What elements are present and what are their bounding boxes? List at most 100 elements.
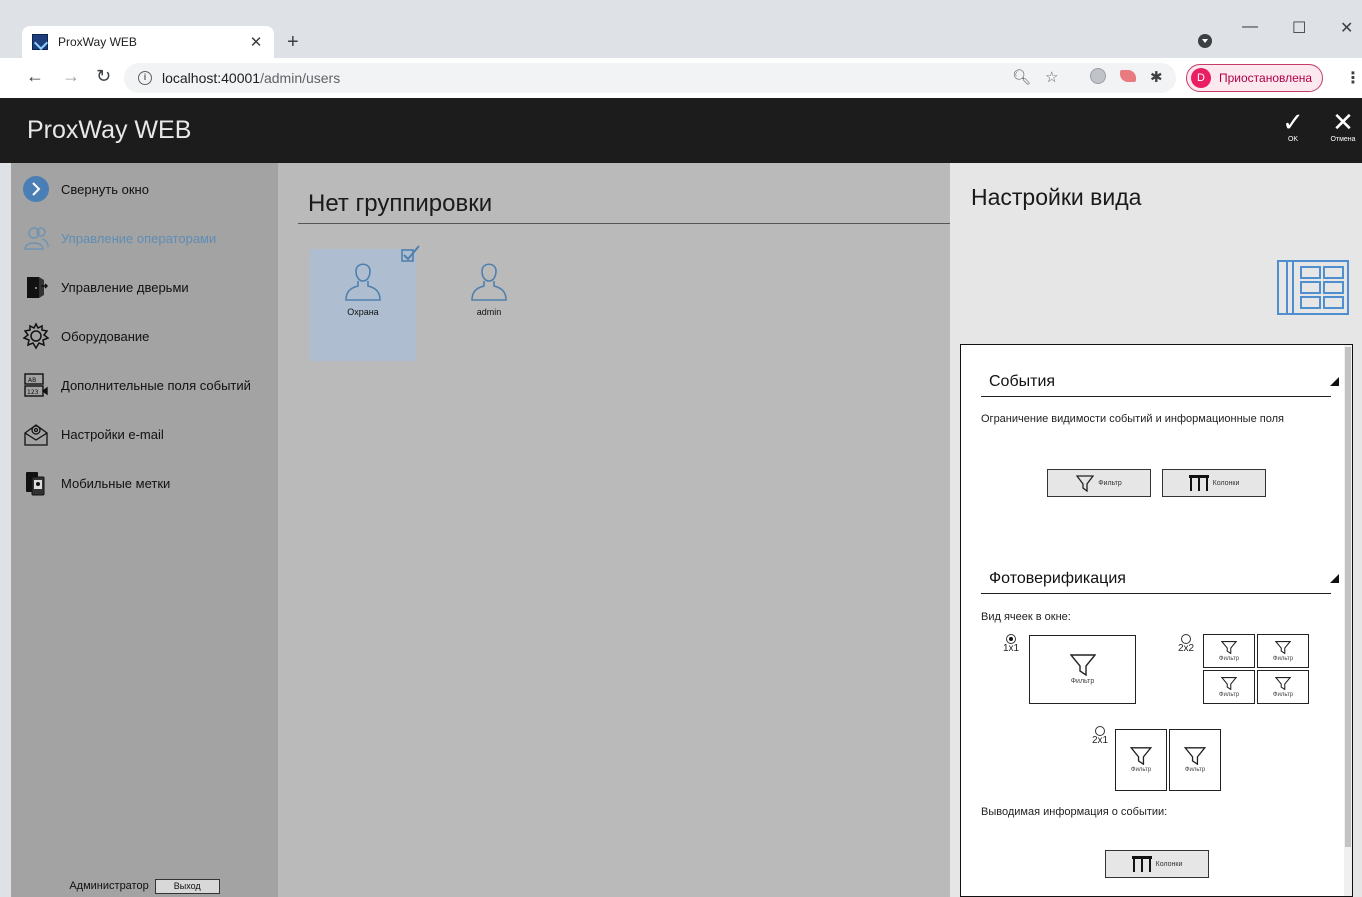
sidebar-item-collapse[interactable]: Свернуть окно	[21, 173, 149, 205]
ok-label: OK	[1287, 136, 1299, 143]
reload-icon[interactable]: ↻	[96, 66, 111, 87]
sidebar-item-label: Настройки e-mail	[61, 426, 164, 442]
layout-2x2-preview-cell[interactable]: Фильтр	[1257, 670, 1309, 704]
close-icon: ✕	[1332, 107, 1354, 137]
back-icon[interactable]: ←	[26, 66, 44, 87]
sidebar-item-mobile-tags[interactable]: Мобильные метки	[21, 467, 170, 499]
minimize-button[interactable]: —	[1242, 18, 1258, 36]
columns-icon	[1131, 856, 1152, 872]
sidebar-item-email[interactable]: Настройки e-mail	[21, 418, 164, 450]
filter-icon	[1221, 676, 1237, 690]
forward-icon[interactable]: →	[62, 66, 80, 87]
event-info-label: Выводимая информация о событии:	[981, 806, 1168, 818]
scroll-thumb[interactable]	[1345, 347, 1351, 847]
sidebar-item-label: Управление дверьми	[61, 279, 189, 295]
cell-caption: Фильтр	[1272, 655, 1294, 662]
sidebar-item-doors[interactable]: Управление дверьми	[21, 271, 189, 303]
layout-grid-icon[interactable]	[1277, 260, 1349, 315]
new-tab-button[interactable]: +	[287, 31, 299, 54]
filter-icon	[1275, 676, 1291, 690]
collapse-triangle-icon[interactable]	[1330, 574, 1339, 583]
sidebar-item-label: Дополнительные поля событий	[61, 377, 251, 393]
columns-icon	[1188, 475, 1209, 491]
user-name: admin	[476, 307, 502, 317]
profile-status: Приостановлена	[1219, 71, 1313, 85]
proxway-favicon-icon	[32, 34, 48, 50]
event-fields-icon: AB 123	[21, 370, 51, 400]
site-info-icon[interactable]: i	[138, 71, 152, 85]
group-title: Нет группировки	[308, 190, 493, 217]
photo-section-header[interactable]: Фотоверификация	[981, 568, 1339, 594]
window-close-button[interactable]: ✕	[1340, 18, 1353, 38]
extension-globe-icon[interactable]	[1090, 68, 1106, 84]
browser-menu-icon[interactable]: ⋮	[1345, 68, 1361, 88]
svg-text:123: 123	[27, 389, 39, 396]
user-card[interactable]: Охрана	[310, 245, 420, 361]
ok-button[interactable]: ✓ OK	[1276, 108, 1310, 143]
sidebar-item-operators[interactable]: Управление операторами	[21, 222, 216, 254]
photo-section-title: Фотоверификация	[989, 570, 1126, 587]
events-section-header[interactable]: События	[981, 371, 1339, 397]
cancel-button[interactable]: ✕ Отмена	[1326, 108, 1360, 143]
filter-icon	[1275, 640, 1291, 654]
layout-2x2-preview-cell[interactable]: Фильтр	[1257, 634, 1309, 668]
logout-button[interactable]: Выход	[154, 878, 220, 894]
cell-caption: Фильтр	[1184, 767, 1206, 773]
extensions-puzzle-icon[interactable]: ✱	[1150, 68, 1163, 86]
profile-avatar: D	[1191, 68, 1211, 88]
mobile-tag-icon	[21, 468, 51, 498]
bookmark-star-icon[interactable]: ☆	[1045, 68, 1058, 86]
main-content: Нет группировки Охрана admin	[278, 163, 950, 897]
maximize-button[interactable]: ☐	[1292, 18, 1306, 38]
cell-caption: Фильтр	[1272, 691, 1294, 698]
sidebar: Свернуть окно Управление операторами Упр…	[11, 163, 278, 897]
layout-1x1-preview[interactable]: Фильтр	[1029, 635, 1136, 704]
tab-title: ProxWay WEB	[58, 35, 137, 49]
address-bar[interactable]: i localhost:40001/admin/users 🔍︎ ☆	[124, 63, 1176, 93]
sidebar-footer: Администратор Выход	[11, 875, 278, 897]
tab-close-icon[interactable]: ✕	[248, 33, 264, 51]
svg-text:AB: AB	[28, 377, 36, 384]
filter-icon	[1069, 654, 1096, 676]
zoom-icon[interactable]: 🔍︎	[1012, 68, 1031, 86]
layout-2x2-preview-cell[interactable]: Фильтр	[1203, 670, 1255, 704]
layout-2x1-preview-cell[interactable]: Фильтр	[1169, 729, 1221, 791]
cell-caption: Фильтр	[1218, 691, 1240, 698]
layout-1x1-label: 1x1	[1003, 643, 1020, 654]
profile-paused-chip[interactable]: D Приостановлена	[1186, 64, 1324, 92]
cells-label: Вид ячеек в окне:	[981, 611, 1071, 623]
view-settings-panel: Настройки вида События Ограничение видим…	[950, 163, 1362, 897]
layout-2x2-preview-cell[interactable]: Фильтр	[1203, 634, 1255, 668]
cell-caption: Фильтр	[1070, 678, 1095, 685]
filter-icon	[1184, 747, 1206, 765]
profile-menu-icon[interactable]	[1198, 34, 1212, 48]
cell-caption: Фильтр	[1218, 655, 1240, 662]
events-columns-button[interactable]: Колонки	[1162, 469, 1266, 497]
operators-icon	[21, 223, 51, 253]
events-filter-button[interactable]: Фильтр	[1047, 469, 1151, 497]
photo-columns-button[interactable]: Колонки	[1105, 850, 1209, 878]
user-icon	[345, 263, 381, 301]
layout-2x1-label: 2x1	[1092, 735, 1109, 746]
cancel-label: Отмена	[1330, 136, 1356, 143]
layout-2x1-preview-cell[interactable]: Фильтр	[1115, 729, 1167, 791]
app-header: ProxWay WEB ✓ OK ✕ Отмена	[0, 98, 1362, 163]
browser-tab[interactable]: ProxWay WEB ✕	[22, 26, 274, 58]
sidebar-item-label: Мобильные метки	[61, 475, 171, 491]
extension-leaf-icon[interactable]	[1120, 70, 1136, 82]
events-section-title: События	[989, 373, 1056, 390]
email-icon	[21, 419, 51, 449]
user-card[interactable]: admin	[436, 249, 542, 361]
collapse-arrow-icon	[21, 174, 51, 204]
settings-box: События Ограничение видимости событий и …	[960, 344, 1353, 897]
user-icon	[471, 263, 507, 301]
sidebar-item-equipment[interactable]: Оборудование	[21, 320, 149, 352]
filter-icon	[1076, 475, 1095, 492]
settings-scrollbar[interactable]	[1344, 345, 1352, 896]
layout-2x2-label: 2x2	[1178, 643, 1195, 654]
sidebar-item-event-fields[interactable]: AB 123 Дополнительные поля событий	[21, 369, 251, 401]
collapse-triangle-icon[interactable]	[1330, 377, 1339, 386]
check-icon: ✓	[1282, 107, 1304, 137]
browser-tabstrip: ProxWay WEB ✕ + — ☐ ✕	[0, 0, 1362, 58]
filter-icon	[1221, 640, 1237, 654]
